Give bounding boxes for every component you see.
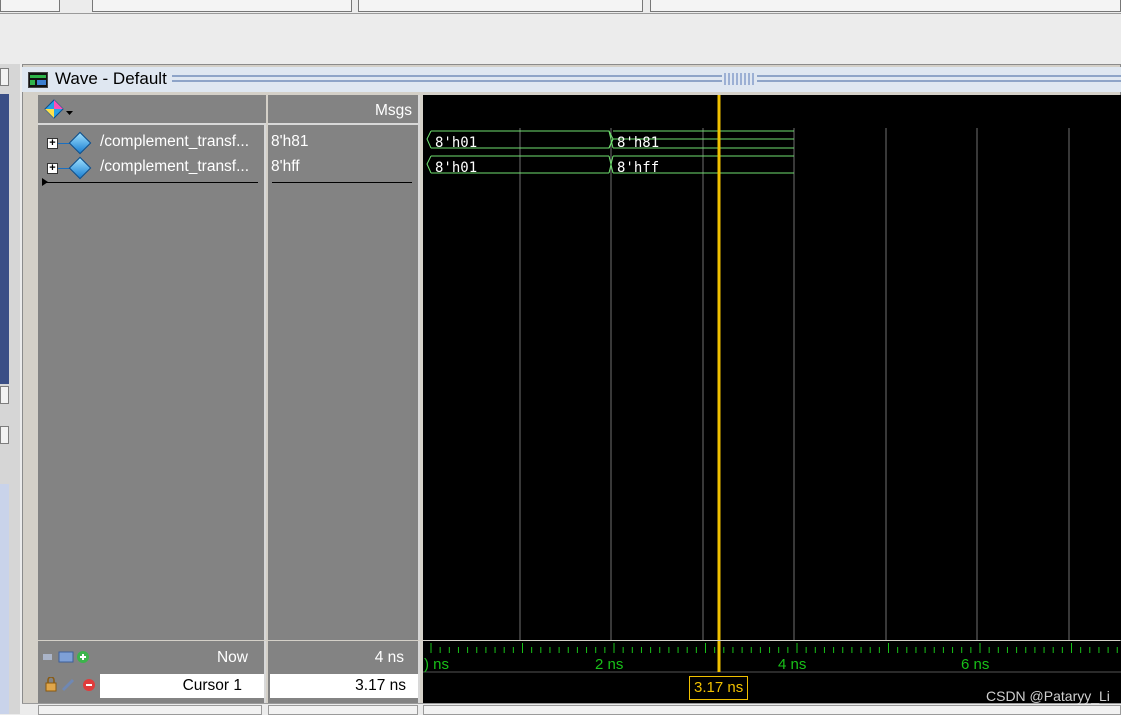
name-column-header	[38, 95, 266, 125]
row-selection-underline	[44, 182, 258, 183]
signal-value: 8'h81	[271, 133, 309, 150]
msgs-column-header: Msgs	[268, 95, 420, 125]
now-value: 4 ns	[374, 649, 404, 666]
msgs-header-label: Msgs	[374, 102, 412, 119]
dock-button[interactable]	[0, 68, 9, 86]
signal-value: 8'hff	[271, 158, 300, 175]
bus-wave-line	[426, 130, 432, 149]
insertion-marker-icon	[42, 178, 48, 186]
title-drag-handle[interactable]	[724, 73, 754, 85]
bus-value: 8'hff	[617, 160, 660, 176]
signal-name-pane	[38, 95, 266, 640]
dock-button[interactable]	[0, 386, 9, 404]
bus-value: 8'h01	[435, 160, 478, 176]
bus-value: 8'h01	[435, 135, 478, 151]
dock-panel-edge	[0, 94, 9, 384]
watermark: CSDN @Pataryy_Li	[986, 688, 1110, 704]
title-grip	[757, 75, 1121, 77]
bus-wave[interactable]	[426, 130, 794, 149]
cursor-name-field[interactable]: Cursor 1	[100, 674, 264, 698]
wave-window-icon	[28, 72, 48, 88]
cursor-label: Cursor 1	[182, 677, 242, 694]
tick-label: ) ns	[424, 656, 450, 673]
add-signal-icon[interactable]	[44, 99, 74, 125]
msgs-pane	[268, 95, 420, 640]
bus-value: 8'h81	[617, 135, 660, 151]
bus-wave-line	[431, 130, 794, 140]
remove-cursor-icon[interactable]	[41, 676, 101, 697]
expand-icon[interactable]: +	[47, 138, 58, 149]
tick-label: 2 ns	[595, 656, 624, 673]
left-dock	[0, 64, 20, 714]
toolbar-group[interactable]	[92, 0, 352, 12]
wave-titlebar[interactable]	[22, 67, 1121, 92]
tick-label: 6 ns	[961, 656, 990, 673]
cursor-time-tag[interactable]: 3.17 ns	[689, 676, 749, 700]
now-label: Now	[216, 649, 248, 666]
signal-name: /complement_transf...	[100, 133, 250, 150]
dock-panel-edge	[0, 484, 9, 714]
window-title: Wave - Default	[55, 69, 167, 88]
dock-button[interactable]	[0, 426, 9, 444]
horizontal-scrollbars[interactable]	[22, 703, 1121, 715]
toolbar-group[interactable]	[0, 0, 60, 12]
title-grip	[172, 75, 722, 77]
cursor-value-field[interactable]: 3.17 ns	[270, 674, 418, 698]
cursor-value: 3.17 ns	[355, 677, 406, 694]
title-grip	[172, 80, 722, 82]
cursor-label-pane: Now Cursor 1	[38, 641, 266, 703]
cursor-tag-value: 3.17 ns	[694, 679, 744, 696]
bus-wave-line	[426, 155, 432, 174]
expand-icon[interactable]: +	[47, 163, 58, 174]
add-cursor-icon[interactable]	[41, 649, 93, 669]
tick-label: 4 ns	[778, 656, 807, 673]
waveform-canvas	[426, 95, 1070, 640]
main-toolbar	[0, 0, 1121, 14]
toolbar-group[interactable]	[358, 0, 643, 12]
toolbar-group[interactable]	[650, 0, 1121, 12]
wave-pane[interactable]: 8'h01 8'h81 8'h01 8'hff	[423, 95, 1121, 640]
signal-name: /complement_transf...	[100, 158, 250, 175]
title-grip	[757, 80, 1121, 82]
cursor-value-pane: 4 ns 3.17 ns	[268, 641, 420, 703]
row-selection-underline	[272, 182, 412, 183]
grid-lines	[519, 128, 1070, 640]
